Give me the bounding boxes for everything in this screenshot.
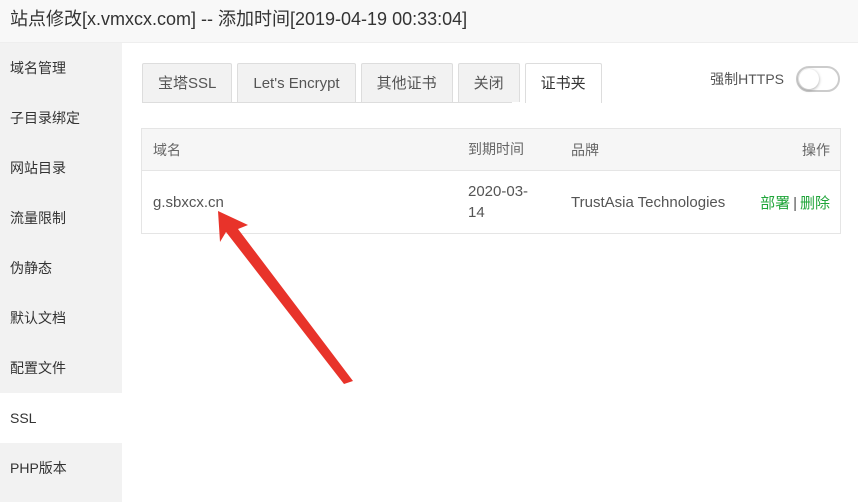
sidebar-item-rewrite[interactable]: 伪静态 bbox=[0, 243, 122, 293]
window-title: 站点修改[x.vmxcx.com] -- 添加时间[2019-04-19 00:… bbox=[0, 0, 858, 43]
tabs-divider bbox=[142, 102, 512, 103]
cell-expiry: 2020-03- 14 bbox=[457, 181, 560, 223]
sidebar-item-traffic-limit[interactable]: 流量限制 bbox=[0, 193, 122, 243]
main-panel: 宝塔SSL Let's Encrypt 其他证书 关闭 证书夹 强制HTTPS … bbox=[122, 43, 858, 502]
force-https-control: 强制HTTPS bbox=[710, 65, 840, 93]
sidebar-item-subdirectory-binding[interactable]: 子目录绑定 bbox=[0, 93, 122, 143]
cell-actions: 部署 | 删除 bbox=[750, 192, 840, 213]
cell-expiry-line2: 14 bbox=[468, 204, 485, 221]
header-domain: 域名 bbox=[153, 141, 181, 158]
cell-domain: g.sbxcx.cn bbox=[153, 193, 224, 211]
deploy-link[interactable]: 部署 bbox=[760, 195, 790, 212]
certificate-table: 域名 到期时间 品牌 操作 g.sbxcx.cn 2020-03- 14 Tru… bbox=[141, 128, 841, 234]
sidebar-item-default-document[interactable]: 默认文档 bbox=[0, 293, 122, 343]
ssl-tabs: 宝塔SSL Let's Encrypt 其他证书 关闭 证书夹 bbox=[142, 63, 607, 103]
table-row: g.sbxcx.cn 2020-03- 14 TrustAsia Technol… bbox=[142, 171, 840, 233]
tab-lets-encrypt[interactable]: Let's Encrypt bbox=[237, 63, 356, 102]
cell-expiry-line1: 2020-03- bbox=[468, 183, 529, 200]
cell-brand: TrustAsia Technologies bbox=[571, 193, 726, 211]
toggle-knob bbox=[799, 69, 819, 89]
header-actions: 操作 bbox=[802, 141, 830, 158]
sidebar: 域名管理 子目录绑定 网站目录 流量限制 伪静态 默认文档 配置文件 SSL P… bbox=[0, 43, 122, 502]
sidebar-item-config-file[interactable]: 配置文件 bbox=[0, 343, 122, 393]
header-brand: 品牌 bbox=[571, 141, 599, 158]
sidebar-item-ssl[interactable]: SSL bbox=[0, 393, 122, 443]
tab-close[interactable]: 关闭 bbox=[457, 63, 520, 102]
delete-link[interactable]: 删除 bbox=[800, 195, 830, 212]
tab-certificate-folder[interactable]: 证书夹 bbox=[524, 63, 602, 103]
tab-other-certificate[interactable]: 其他证书 bbox=[360, 63, 453, 102]
sidebar-item-php-version[interactable]: PHP版本 bbox=[0, 443, 122, 493]
sidebar-item-site-directory[interactable]: 网站目录 bbox=[0, 143, 122, 193]
tab-baota-ssl[interactable]: 宝塔SSL bbox=[142, 63, 233, 102]
table-header: 域名 到期时间 品牌 操作 bbox=[142, 129, 840, 171]
sidebar-item-domain-management[interactable]: 域名管理 bbox=[0, 43, 122, 93]
force-https-label: 强制HTTPS bbox=[710, 71, 784, 87]
header-expiry: 到期时间 bbox=[468, 141, 524, 157]
action-separator: | bbox=[793, 194, 797, 212]
force-https-toggle[interactable] bbox=[796, 66, 840, 92]
